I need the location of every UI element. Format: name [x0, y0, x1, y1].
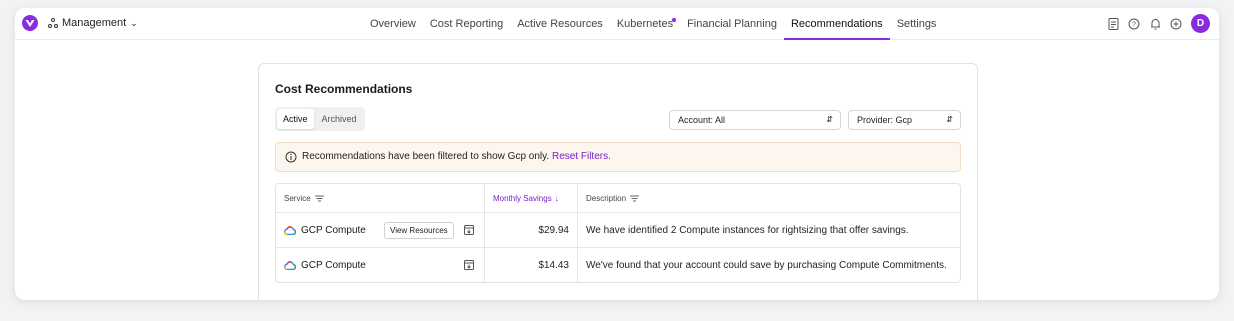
tab-label: Active Resources [517, 18, 603, 30]
tab-cost-reporting[interactable]: Cost Reporting [423, 8, 510, 40]
filter-lines-icon [314, 195, 324, 201]
view-resources-button[interactable]: View Resources [384, 222, 454, 239]
archive-icon[interactable] [464, 260, 474, 270]
table-row[interactable]: GCP Compute $14.43 We've found that your… [276, 247, 960, 282]
tab-active-resources[interactable]: Active Resources [510, 8, 610, 40]
account-select-value: Account: All [678, 115, 726, 125]
status-segmented-control: Active Archived [275, 107, 365, 131]
tab-kubernetes[interactable]: Kubernetes [610, 8, 680, 40]
service-name: GCP Compute [301, 224, 366, 236]
sort-down-icon: ↓ [554, 193, 559, 203]
header-label: Monthly Savings [493, 193, 552, 203]
info-icon [285, 151, 297, 163]
header-label: Service [284, 193, 311, 203]
header-label: Description [586, 193, 627, 203]
avatar[interactable]: D [1191, 14, 1210, 33]
service-column-header[interactable]: Service [276, 184, 485, 212]
service-cell: GCP Compute [276, 248, 485, 282]
recommendations-table: Service Monthly Savings ↓ Description GC… [275, 183, 961, 283]
main-tabs: Overview Cost Reporting Active Resources… [363, 8, 943, 40]
chevron-down-icon: ⌄ [130, 17, 138, 28]
filter-lines-icon [630, 195, 640, 201]
savings-cell: $29.94 [485, 213, 578, 247]
description-cell: We've found that your account could save… [586, 259, 947, 271]
tab-recommendations[interactable]: Recommendations [783, 8, 890, 40]
description-cell: We have identified 2 Compute instances f… [586, 224, 909, 236]
tab-label: Overview [370, 18, 416, 30]
tab-financial-planning[interactable]: Financial Planning [680, 8, 784, 40]
provider-select[interactable]: Provider: Gcp ⇵ [848, 110, 961, 130]
service-cell: GCP Compute View Resources [276, 213, 485, 247]
tab-label: Cost Reporting [429, 18, 504, 30]
svg-text:?: ? [1132, 21, 1136, 28]
new-indicator-dot [672, 18, 677, 22]
service-name: GCP Compute [301, 259, 366, 271]
header-actions: ? D [1107, 14, 1210, 33]
tab-label: Kubernetes [616, 18, 674, 30]
tab-label: Financial Planning [687, 18, 777, 30]
table-header-row: Service Monthly Savings ↓ Description [276, 184, 960, 212]
help-icon[interactable]: ? [1128, 18, 1140, 30]
gcp-cloud-icon [284, 260, 296, 270]
savings-column-header[interactable]: Monthly Savings ↓ [485, 184, 578, 212]
tab-settings[interactable]: Settings [890, 8, 944, 40]
provider-select-value: Provider: Gcp [857, 115, 913, 125]
description-column-header[interactable]: Description [578, 184, 960, 212]
org-switcher[interactable]: Management ⌄ [48, 17, 138, 29]
avatar-initial: D [1196, 18, 1205, 29]
sort-arrows-icon: ⇵ [826, 115, 833, 124]
bell-icon[interactable] [1149, 18, 1161, 30]
org-label: Management [62, 17, 127, 29]
sort-arrows-icon: ⇵ [946, 115, 953, 124]
tab-label: Recommendations [790, 18, 883, 30]
app-window: Management ⌄ Overview Cost Reporting Act… [15, 8, 1219, 300]
savings-cell: $14.43 [485, 248, 578, 282]
table-row[interactable]: GCP Compute View Resources $29.94 We hav… [276, 212, 960, 247]
brand-logo-icon[interactable] [22, 15, 38, 31]
org-tree-icon [48, 18, 58, 28]
tab-overview[interactable]: Overview [363, 8, 423, 40]
top-navigation: Management ⌄ Overview Cost Reporting Act… [15, 8, 1219, 40]
page-title: Cost Recommendations [275, 82, 413, 96]
segment-archived[interactable]: Archived [316, 109, 363, 129]
gcp-cloud-icon [284, 225, 296, 235]
segment-active[interactable]: Active [277, 109, 314, 129]
account-select[interactable]: Account: All ⇵ [669, 110, 841, 130]
recommendations-card: Cost Recommendations Active Archived Acc… [258, 63, 978, 300]
docs-icon[interactable] [1107, 17, 1119, 30]
tab-label: Settings [896, 18, 937, 30]
plus-circle-icon[interactable] [1170, 18, 1182, 30]
reset-filters-link[interactable]: Reset Filters. [552, 151, 611, 162]
filter-banner: Recommendations have been filtered to sh… [275, 142, 961, 172]
banner-text: Recommendations have been filtered to sh… [302, 151, 550, 162]
archive-icon[interactable] [464, 225, 474, 235]
